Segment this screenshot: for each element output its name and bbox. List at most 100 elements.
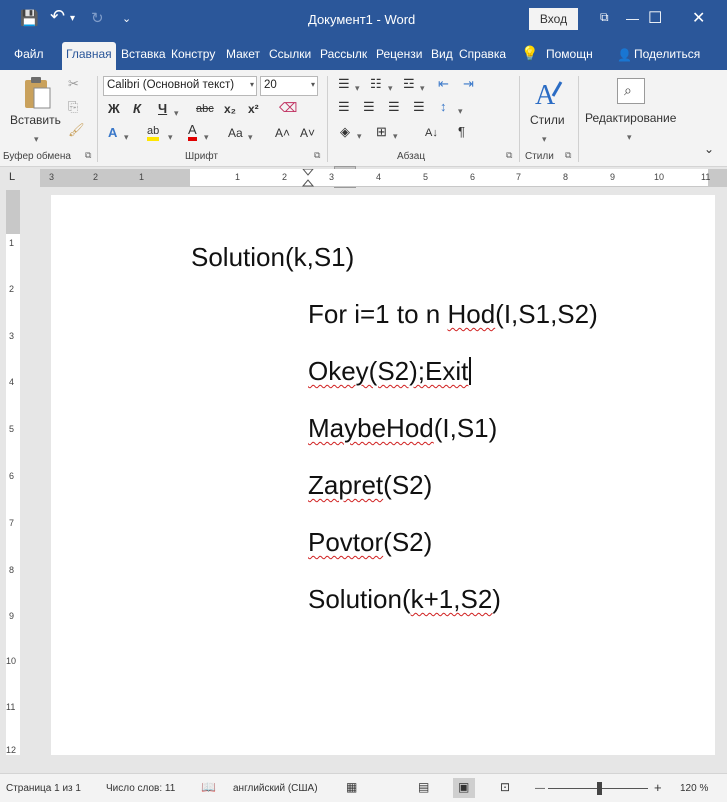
cut-icon[interactable]: ✂ — [68, 76, 79, 92]
lightbulb-icon[interactable]: 💡 — [521, 45, 538, 62]
bullets-dropdown-icon[interactable]: ▾ — [355, 80, 360, 96]
close-button[interactable]: ✕ — [692, 8, 705, 28]
doc-line[interactable]: For i=1 to n Hod(I,S1,S2) — [308, 299, 598, 330]
strikethrough-button[interactable]: abc — [196, 101, 214, 117]
save-icon[interactable]: 💾 — [20, 9, 39, 27]
zoom-out-button[interactable]: — — [535, 783, 545, 794]
share-person-icon[interactable]: 👤 — [617, 48, 632, 62]
numbering-icon[interactable]: ☷ — [370, 76, 382, 92]
tell-me-search[interactable]: Помощн — [546, 47, 593, 61]
spelling-error[interactable]: Povtor — [308, 527, 383, 557]
undo-dropdown-icon[interactable]: ▾ — [70, 13, 75, 24]
line-spacing-icon[interactable]: ↕ — [440, 99, 447, 115]
underline-button[interactable]: Ч — [158, 101, 167, 117]
clear-formatting-icon[interactable]: ⌫ — [279, 100, 297, 116]
case-dropdown-icon[interactable]: ▾ — [248, 129, 253, 145]
tab-references[interactable]: Ссылки — [269, 47, 311, 61]
paste-button[interactable]: Вставить — [10, 113, 61, 127]
copy-icon[interactable]: ⎘ — [68, 99, 78, 115]
font-name-box[interactable]: Calibri (Основной текст) ▾ — [103, 76, 257, 96]
spelling-error[interactable]: Okey(S2);Exit — [308, 356, 468, 386]
show-marks-icon[interactable]: ¶ — [458, 124, 465, 140]
search-icon-box[interactable]: ⌕ — [617, 78, 645, 104]
print-layout-icon[interactable]: ▣ — [458, 780, 469, 794]
paragraph-launcher-icon[interactable]: ⧉ — [506, 150, 512, 161]
chevron-down-icon[interactable]: ▾ — [311, 80, 315, 89]
focus-mode-icon[interactable]: ▦ — [346, 780, 357, 794]
highlight-dropdown-icon[interactable]: ▾ — [168, 129, 173, 145]
redo-icon[interactable]: ↻ — [91, 9, 104, 27]
line-spacing-dropdown-icon[interactable]: ▾ — [458, 103, 463, 119]
editing-dropdown-icon[interactable]: ▾ — [627, 129, 632, 145]
undo-icon[interactable]: ↶ — [50, 6, 65, 27]
underline-dropdown-icon[interactable]: ▾ — [174, 105, 179, 121]
align-right-icon[interactable]: ☰ — [388, 99, 400, 115]
grow-font-icon[interactable]: A˄ — [275, 125, 290, 141]
language-status[interactable]: английский (США) — [233, 783, 318, 794]
align-left-icon[interactable]: ☰ — [338, 99, 350, 115]
doc-line[interactable]: Zapret(S2) — [308, 470, 432, 501]
word-count[interactable]: Число слов: 11 — [106, 783, 175, 794]
chevron-down-icon[interactable]: ▾ — [250, 80, 254, 89]
styles-dropdown-icon[interactable]: ▾ — [542, 131, 547, 147]
numbering-dropdown-icon[interactable]: ▾ — [388, 80, 393, 96]
bold-button[interactable]: Ж — [108, 101, 120, 117]
tab-layout[interactable]: Макет — [226, 47, 260, 61]
superscript-button[interactable]: x² — [248, 101, 259, 117]
text-effects-icon[interactable]: A — [108, 125, 117, 141]
borders-dropdown-icon[interactable]: ▾ — [393, 128, 398, 144]
doc-line[interactable]: Solution(k+1,S2) — [308, 584, 501, 615]
tab-view[interactable]: Вид — [431, 47, 453, 61]
tab-home[interactable]: Главная — [62, 42, 116, 70]
spelling-error[interactable]: Zapret — [308, 470, 383, 500]
customize-toolbar-icon[interactable]: ⌄ — [122, 12, 131, 25]
styles-icon[interactable]: A — [533, 78, 563, 112]
justify-icon[interactable]: ☰ — [413, 99, 425, 115]
zoom-in-button[interactable]: + — [654, 780, 662, 795]
restore-ribbon-icon[interactable]: ⧉ — [600, 10, 609, 25]
decrease-indent-icon[interactable]: ⇤ — [438, 76, 449, 92]
styles-button[interactable]: Стили — [530, 113, 565, 127]
collapse-ribbon-icon[interactable]: ⌄ — [704, 141, 714, 157]
horizontal-ruler[interactable]: 3 2 1 1 2 3 4 5 6 7 8 9 10 11 — [40, 169, 727, 187]
spelling-error[interactable]: MaybeHod — [308, 413, 434, 443]
increase-indent-icon[interactable]: ⇥ — [463, 76, 474, 92]
shading-dropdown-icon[interactable]: ▾ — [357, 128, 362, 144]
font-color-icon[interactable]: A — [188, 123, 197, 141]
paste-icon[interactable] — [22, 76, 52, 110]
font-size-box[interactable]: 20 ▾ — [260, 76, 318, 96]
web-layout-icon[interactable]: ⊡ — [500, 780, 510, 794]
bullets-icon[interactable]: ☰ — [338, 76, 350, 92]
vertical-ruler[interactable]: 1 2 3 4 5 6 7 8 9 10 11 12 — [6, 190, 20, 755]
doc-line[interactable]: Povtor(S2) — [308, 527, 432, 558]
shading-icon[interactable]: ◈ — [340, 124, 350, 140]
doc-line[interactable]: Okey(S2);Exit — [308, 356, 472, 387]
zoom-level[interactable]: 120 % — [680, 783, 708, 794]
sign-in-button[interactable]: Вход — [529, 8, 578, 30]
doc-line[interactable]: Solution(k,S1) — [191, 242, 354, 273]
spelling-error[interactable]: k+1,S2 — [411, 584, 493, 614]
shrink-font-icon[interactable]: A˅ — [300, 125, 315, 141]
zoom-slider-thumb[interactable] — [597, 782, 602, 795]
font-launcher-icon[interactable]: ⧉ — [314, 150, 320, 161]
subscript-button[interactable]: x₂ — [224, 101, 236, 117]
paste-dropdown-icon[interactable]: ▾ — [34, 131, 39, 147]
italic-button[interactable]: К — [133, 101, 141, 117]
multilevel-list-icon[interactable]: ☲ — [403, 76, 415, 92]
highlight-icon[interactable]: ab — [147, 125, 160, 141]
styles-launcher-icon[interactable]: ⧉ — [565, 150, 571, 161]
effects-dropdown-icon[interactable]: ▾ — [124, 129, 129, 145]
font-color-dropdown-icon[interactable]: ▾ — [204, 129, 209, 145]
share-button[interactable]: Поделиться — [634, 47, 700, 61]
sort-icon[interactable]: A↓ — [425, 125, 438, 141]
multilevel-dropdown-icon[interactable]: ▾ — [420, 80, 425, 96]
change-case-icon[interactable]: Aa — [228, 125, 243, 141]
clipboard-launcher-icon[interactable]: ⧉ — [85, 150, 91, 161]
maximize-button[interactable]: ☐ — [648, 8, 662, 28]
tab-help[interactable]: Справка — [459, 47, 506, 61]
tab-file[interactable]: Файл — [14, 47, 44, 61]
align-center-icon[interactable]: ☰ — [363, 99, 375, 115]
tab-insert[interactable]: Вставка — [121, 47, 166, 61]
tab-mailings[interactable]: Рассылк — [320, 47, 367, 61]
page-count[interactable]: Страница 1 из 1 — [6, 783, 81, 794]
